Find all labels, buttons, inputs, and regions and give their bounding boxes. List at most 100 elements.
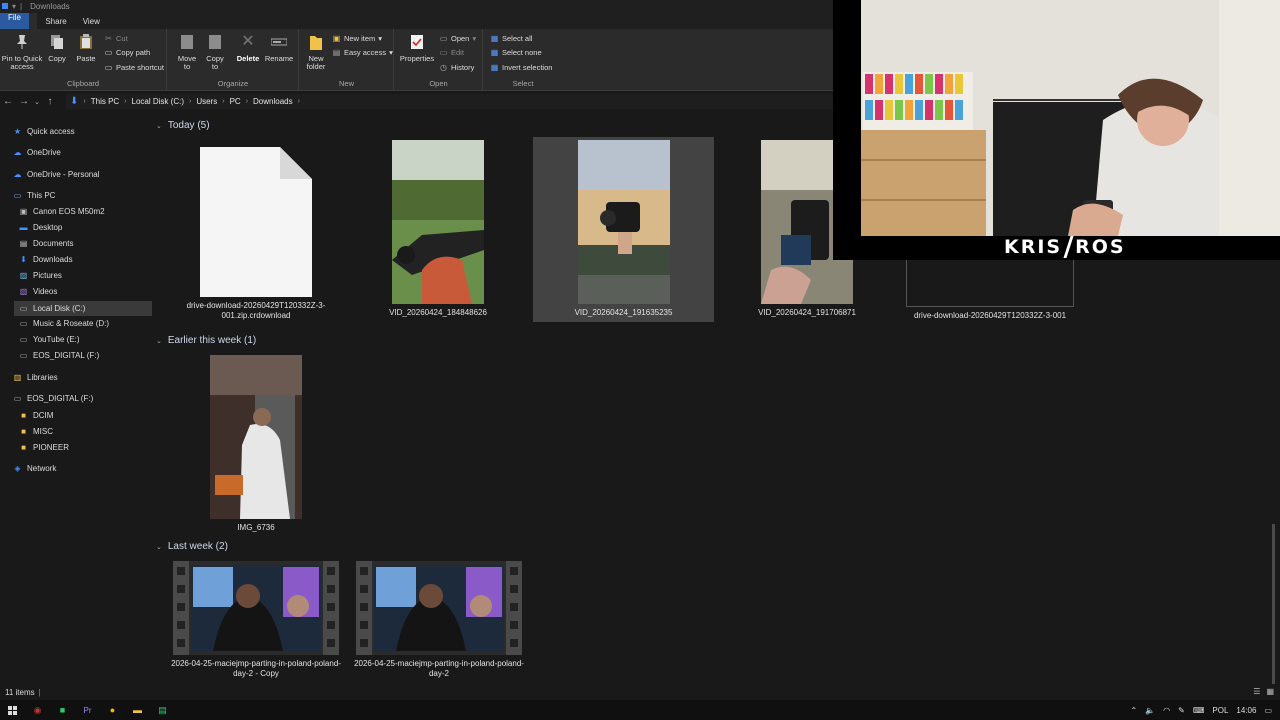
clock[interactable]: 14:06 (1236, 706, 1256, 715)
nav-youtube-e[interactable]: ▭ YouTube (E:) (18, 335, 80, 344)
file-item[interactable]: drive-download-20260429T120332Z-3-001.zi… (170, 147, 342, 332)
nav-dcim[interactable]: ■ DCIM (18, 411, 53, 420)
paste-icon (77, 32, 95, 52)
select-none-button[interactable]: ▦ Select none (490, 48, 542, 57)
organize-group: Move to Copy to ✕ Delete Rename Organize (168, 29, 299, 91)
clipboard-group-label: Clipboard (66, 79, 100, 88)
chrome-icon[interactable]: ● (100, 700, 125, 720)
file-item[interactable]: IMG_6736 (170, 355, 342, 540)
forward-arrow-icon[interactable]: → (16, 96, 32, 107)
nav-onedrive-personal[interactable]: ☁ OneDrive - Personal (12, 170, 100, 179)
nav-desktop[interactable]: ▬ Desktop (18, 223, 63, 232)
file-item[interactable]: 2026-04-25-maciejmp-parting-in-poland-po… (170, 561, 342, 681)
copy-to-label: Copy to (206, 54, 224, 71)
nav-videos[interactable]: ▧ Videos (18, 287, 58, 296)
nav-canon-eos[interactable]: ▣ Canon EOS M50m2 (18, 207, 105, 216)
folder-icon: ■ (21, 411, 26, 420)
collapse-chevron-icon[interactable]: ⌄ (156, 543, 162, 551)
delete-button[interactable]: ✕ Delete (234, 32, 262, 63)
easy-access-button[interactable]: ▤ Easy access ▾ (332, 48, 393, 57)
paste-shortcut-button[interactable]: ▭ Paste shortcut (104, 63, 164, 72)
back-arrow-icon[interactable]: ← (0, 96, 16, 107)
nav-documents[interactable]: ▤ Documents (18, 239, 74, 248)
file-item-selected[interactable]: VID_20260424_191635235 (533, 137, 714, 322)
rename-button[interactable]: Rename (264, 32, 294, 63)
move-to-button[interactable]: Move to (174, 32, 200, 71)
edit-button[interactable]: ▭ Edit (439, 48, 464, 57)
app-green-icon[interactable]: ■ (50, 700, 75, 720)
scrollbar-thumb[interactable] (1272, 524, 1275, 684)
tray-chevron-icon[interactable]: ⌃ (1130, 706, 1137, 715)
breadcrumb-local-disk[interactable]: Local Disk (C:) (132, 97, 184, 106)
breadcrumb-downloads[interactable]: Downloads (253, 97, 293, 106)
breadcrumb-this-pc[interactable]: This PC (91, 97, 119, 106)
pen-icon[interactable]: ✎ (1178, 706, 1185, 715)
nav-eos-digital-f[interactable]: ▭ EOS_DIGITAL (F:) (18, 351, 100, 360)
nav-downloads[interactable]: ⬇ Downloads (18, 255, 73, 264)
folder-icon (906, 255, 1074, 307)
file-item[interactable]: VID_20260424_184848626 (353, 140, 523, 325)
file-item[interactable]: 2026-04-25-maciejmp-parting-in-poland-po… (353, 561, 525, 681)
nav-local-disk-c[interactable]: ▭ Local Disk (C:) (14, 301, 152, 316)
properties-button[interactable]: Properties (399, 32, 435, 63)
network-icon: ◈ (14, 464, 21, 473)
drive-icon: ▭ (19, 335, 28, 344)
new-item-button[interactable]: ▣ New item ▾ (332, 34, 382, 43)
tab-share[interactable]: Share (37, 13, 74, 29)
nav-libraries[interactable]: ▥ Libraries (12, 373, 58, 382)
nav-misc[interactable]: ■ MISC (18, 427, 53, 436)
paste-button[interactable]: Paste (74, 32, 98, 63)
history-button[interactable]: ◷ History (439, 63, 474, 72)
group-header-today[interactable]: ⌄ Today (5) (156, 120, 210, 131)
tab-view[interactable]: View (75, 13, 108, 29)
windows-start-icon[interactable] (0, 700, 25, 720)
quick-toolbar-chevron-icon[interactable]: ▾ (12, 2, 16, 11)
collapse-chevron-icon[interactable]: ⌄ (156, 337, 162, 345)
select-all-button[interactable]: ▦ Select all (490, 34, 533, 43)
invert-selection-button[interactable]: ▦ Invert selection (490, 63, 553, 72)
notifications-icon[interactable]: ▭ (1264, 706, 1272, 715)
nav-quick-access[interactable]: ★ Quick access (12, 127, 75, 136)
group-header-last-week[interactable]: ⌄ Last week (2) (156, 541, 228, 552)
history-icon: ◷ (440, 63, 447, 72)
large-icons-view-icon[interactable]: ▦ (1266, 687, 1274, 696)
download-arrow-icon: ⬇ (20, 255, 27, 264)
up-arrow-icon[interactable]: ↑ (42, 96, 58, 107)
address-bar[interactable]: ⬇ › This PC › Local Disk (C:) › Users › … (66, 94, 833, 109)
premiere-icon[interactable]: Pr (75, 700, 100, 720)
details-view-icon[interactable]: ☰ (1253, 687, 1260, 696)
breadcrumb-separator-icon: › (297, 98, 300, 105)
nav-network[interactable]: ◈ Network (12, 464, 56, 473)
app-grid-icon[interactable]: ▤ (150, 700, 175, 720)
group-header-earlier[interactable]: ⌄ Earlier this week (1) (156, 335, 256, 346)
breadcrumb-pc[interactable]: PC (230, 97, 241, 106)
wifi-icon[interactable]: ◠ (1163, 706, 1170, 715)
collapse-chevron-icon[interactable]: ⌄ (156, 122, 162, 130)
nav-label: Downloads (33, 255, 73, 264)
breadcrumb-users[interactable]: Users (196, 97, 217, 106)
new-folder-button[interactable]: New folder (302, 32, 330, 71)
open-button[interactable]: ▭ Open ▾ (439, 34, 476, 43)
file-item[interactable]: drive-download-20260429T120332Z-3-001 (904, 255, 1076, 325)
nav-this-pc[interactable]: ▭ This PC (12, 191, 56, 200)
copy-button[interactable]: Copy (46, 32, 68, 63)
app-red-icon[interactable]: ◉ (25, 700, 50, 720)
volume-icon[interactable]: 🔈 (1145, 706, 1155, 715)
nav-label: EOS_DIGITAL (F:) (27, 394, 94, 403)
keyboard-icon[interactable]: ⌨ (1193, 706, 1205, 715)
nav-label: MISC (33, 427, 53, 436)
item-count: 11 items (5, 687, 35, 697)
language-indicator[interactable]: POL (1212, 706, 1228, 715)
tab-file[interactable]: File (0, 13, 29, 29)
nav-pictures[interactable]: ▨ Pictures (18, 271, 62, 280)
recent-locations-chevron-icon[interactable]: ⌄ (32, 98, 42, 106)
copy-path-button[interactable]: ▭ Copy path (104, 48, 150, 57)
file-explorer-icon[interactable]: ▬ (125, 700, 150, 720)
copy-to-button[interactable]: Copy to (202, 32, 228, 71)
cut-button[interactable]: ✂ Cut (104, 34, 128, 43)
nav-eos-digital-root[interactable]: ▭ EOS_DIGITAL (F:) (12, 394, 94, 403)
nav-onedrive[interactable]: ☁ OneDrive (12, 148, 61, 157)
nav-music-roseate-d[interactable]: ▭ Music & Roseate (D:) (18, 319, 109, 328)
nav-pioneer[interactable]: ■ PIONEER (18, 443, 69, 452)
pin-quick-access-button[interactable]: Pin to Quick access (0, 32, 44, 71)
